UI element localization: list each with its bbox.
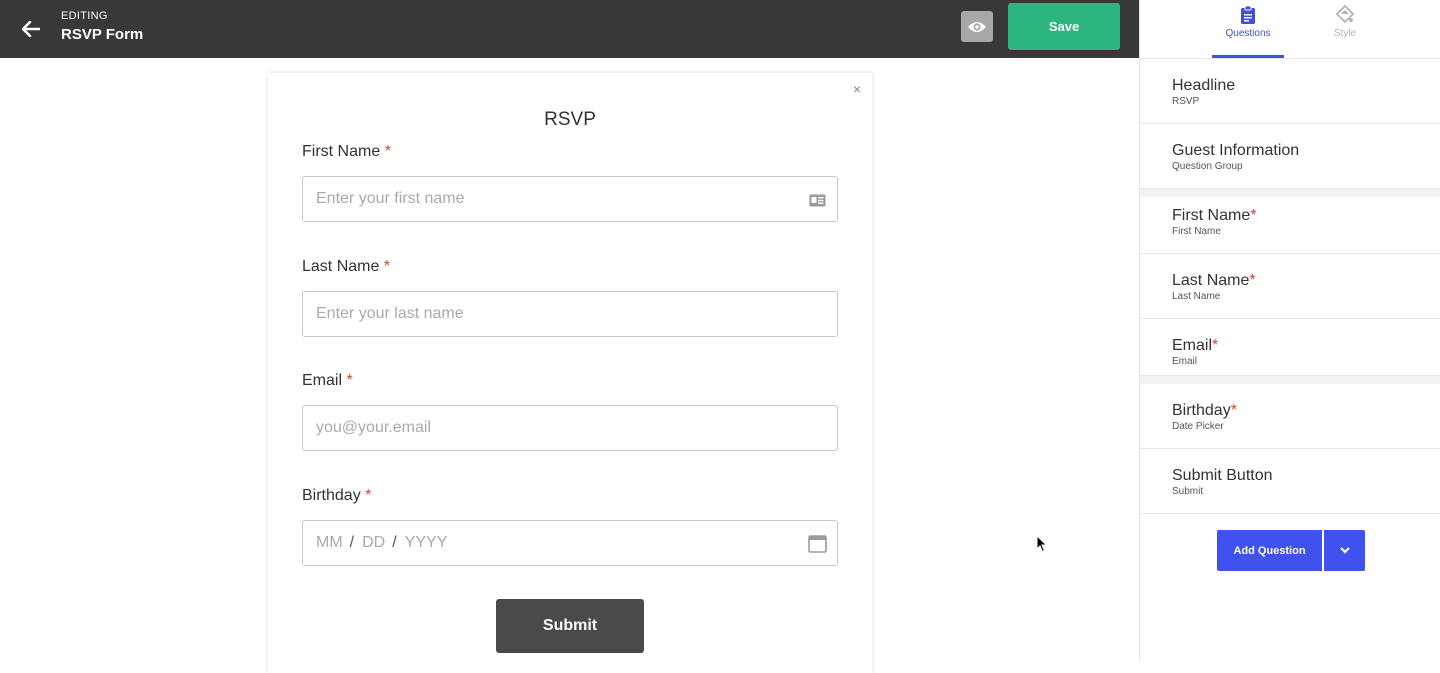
required-mark: *: [1250, 207, 1257, 224]
email-label: Email *: [302, 372, 353, 390]
question-item-guest-information[interactable]: Guest Information Question Group: [1140, 124, 1440, 189]
group-divider: [1140, 189, 1440, 197]
question-type: Question Group: [1172, 161, 1243, 172]
last-name-label: Last Name *: [302, 258, 390, 276]
question-item-birthday[interactable]: Birthday* Date Picker: [1140, 384, 1440, 449]
editing-label: EDITING: [61, 10, 108, 22]
form-title: RSVP Form: [61, 26, 144, 43]
date-year-placeholder[interactable]: YYYY: [405, 534, 448, 552]
question-title: Guest Information: [1172, 142, 1300, 159]
first-name-input[interactable]: Enter your first name: [302, 176, 838, 222]
question-title: Birthday: [1172, 402, 1231, 419]
arrow-left-icon: [22, 21, 40, 37]
required-mark: *: [1230, 402, 1237, 419]
question-item-headline[interactable]: Headline RSVP: [1140, 59, 1440, 124]
calendar-icon[interactable]: [807, 534, 827, 554]
question-type: First Name: [1172, 226, 1221, 237]
last-name-input[interactable]: Enter your last name: [302, 291, 838, 337]
form-card[interactable]: × RSVP First Name * Enter your first nam…: [268, 73, 872, 673]
required-mark: *: [384, 143, 391, 160]
first-name-label-text: First Name: [302, 143, 381, 160]
tab-questions[interactable]: Questions: [1212, 0, 1284, 58]
eye-icon: [968, 21, 986, 32]
required-mark: *: [1212, 337, 1219, 354]
question-title: Headline: [1172, 77, 1236, 94]
question-type: Last Name: [1172, 291, 1221, 302]
back-button[interactable]: [14, 12, 48, 46]
question-type: Submit: [1172, 486, 1204, 497]
form-canvas: × RSVP First Name * Enter your first nam…: [0, 58, 1139, 673]
active-tab-indicator: [1212, 55, 1284, 58]
question-type: Date Picker: [1172, 421, 1224, 432]
question-title: Submit Button: [1172, 467, 1273, 484]
question-title: Last Name: [1172, 272, 1250, 289]
birthday-date-picker[interactable]: MM / DD / YYYY: [302, 520, 838, 566]
mouse-pointer-icon: [1036, 534, 1048, 558]
date-separator: /: [392, 534, 397, 551]
date-day-placeholder[interactable]: DD: [362, 534, 385, 552]
question-title: Email: [1172, 337, 1213, 354]
tab-style-label: Style: [1333, 28, 1357, 39]
first-name-placeholder: Enter your first name: [316, 190, 465, 207]
top-bar: EDITING RSVP Form Save: [0, 0, 1139, 58]
date-parts: MM / DD / YYYY: [316, 534, 447, 552]
question-title: First Name: [1172, 207, 1251, 224]
group-divider: [1140, 376, 1440, 384]
question-item-last-name[interactable]: Last Name* Last Name: [1140, 254, 1440, 319]
submit-button[interactable]: Submit: [496, 599, 644, 653]
required-mark: *: [383, 258, 391, 275]
date-month-placeholder[interactable]: MM: [316, 534, 343, 552]
first-name-label: First Name *: [302, 143, 391, 161]
tab-questions-label: Questions: [1225, 28, 1271, 39]
email-input[interactable]: you@your.email: [302, 405, 838, 451]
required-mark: *: [365, 487, 372, 504]
last-name-label-text: Last Name: [302, 258, 380, 275]
add-question-dropdown[interactable]: [1324, 530, 1365, 571]
date-separator: /: [349, 534, 355, 551]
birthday-label-text: Birthday: [302, 487, 361, 504]
chevron-down-icon: [1339, 547, 1350, 554]
email-placeholder: you@your.email: [316, 419, 431, 436]
question-item-submit-button[interactable]: Submit Button Submit: [1140, 449, 1440, 514]
clipboard-icon: [1241, 5, 1255, 24]
form-headline: RSVP: [544, 109, 596, 130]
birthday-label: Birthday *: [302, 487, 371, 505]
tab-style[interactable]: Style: [1309, 0, 1381, 58]
question-type: Email: [1172, 356, 1198, 367]
question-item-first-name[interactable]: First Name* First Name: [1140, 197, 1440, 254]
required-mark: *: [1249, 272, 1256, 289]
sidebar-tabs: Questions Style: [1140, 0, 1440, 59]
add-question-button[interactable]: Add Question: [1217, 530, 1322, 571]
last-name-placeholder: Enter your last name: [316, 305, 464, 322]
save-button[interactable]: Save: [1008, 3, 1120, 50]
question-item-email[interactable]: Email* Email: [1140, 319, 1440, 376]
required-mark: *: [346, 372, 353, 389]
questions-sidebar: Questions Style Headline RSVP Guest Info…: [1139, 0, 1440, 661]
preview-button[interactable]: [961, 11, 993, 42]
paint-icon: [1335, 5, 1355, 24]
id-card-icon: [807, 190, 827, 210]
email-label-text: Email: [302, 372, 343, 389]
close-icon[interactable]: ×: [853, 81, 861, 97]
question-type: RSVP: [1172, 96, 1200, 107]
